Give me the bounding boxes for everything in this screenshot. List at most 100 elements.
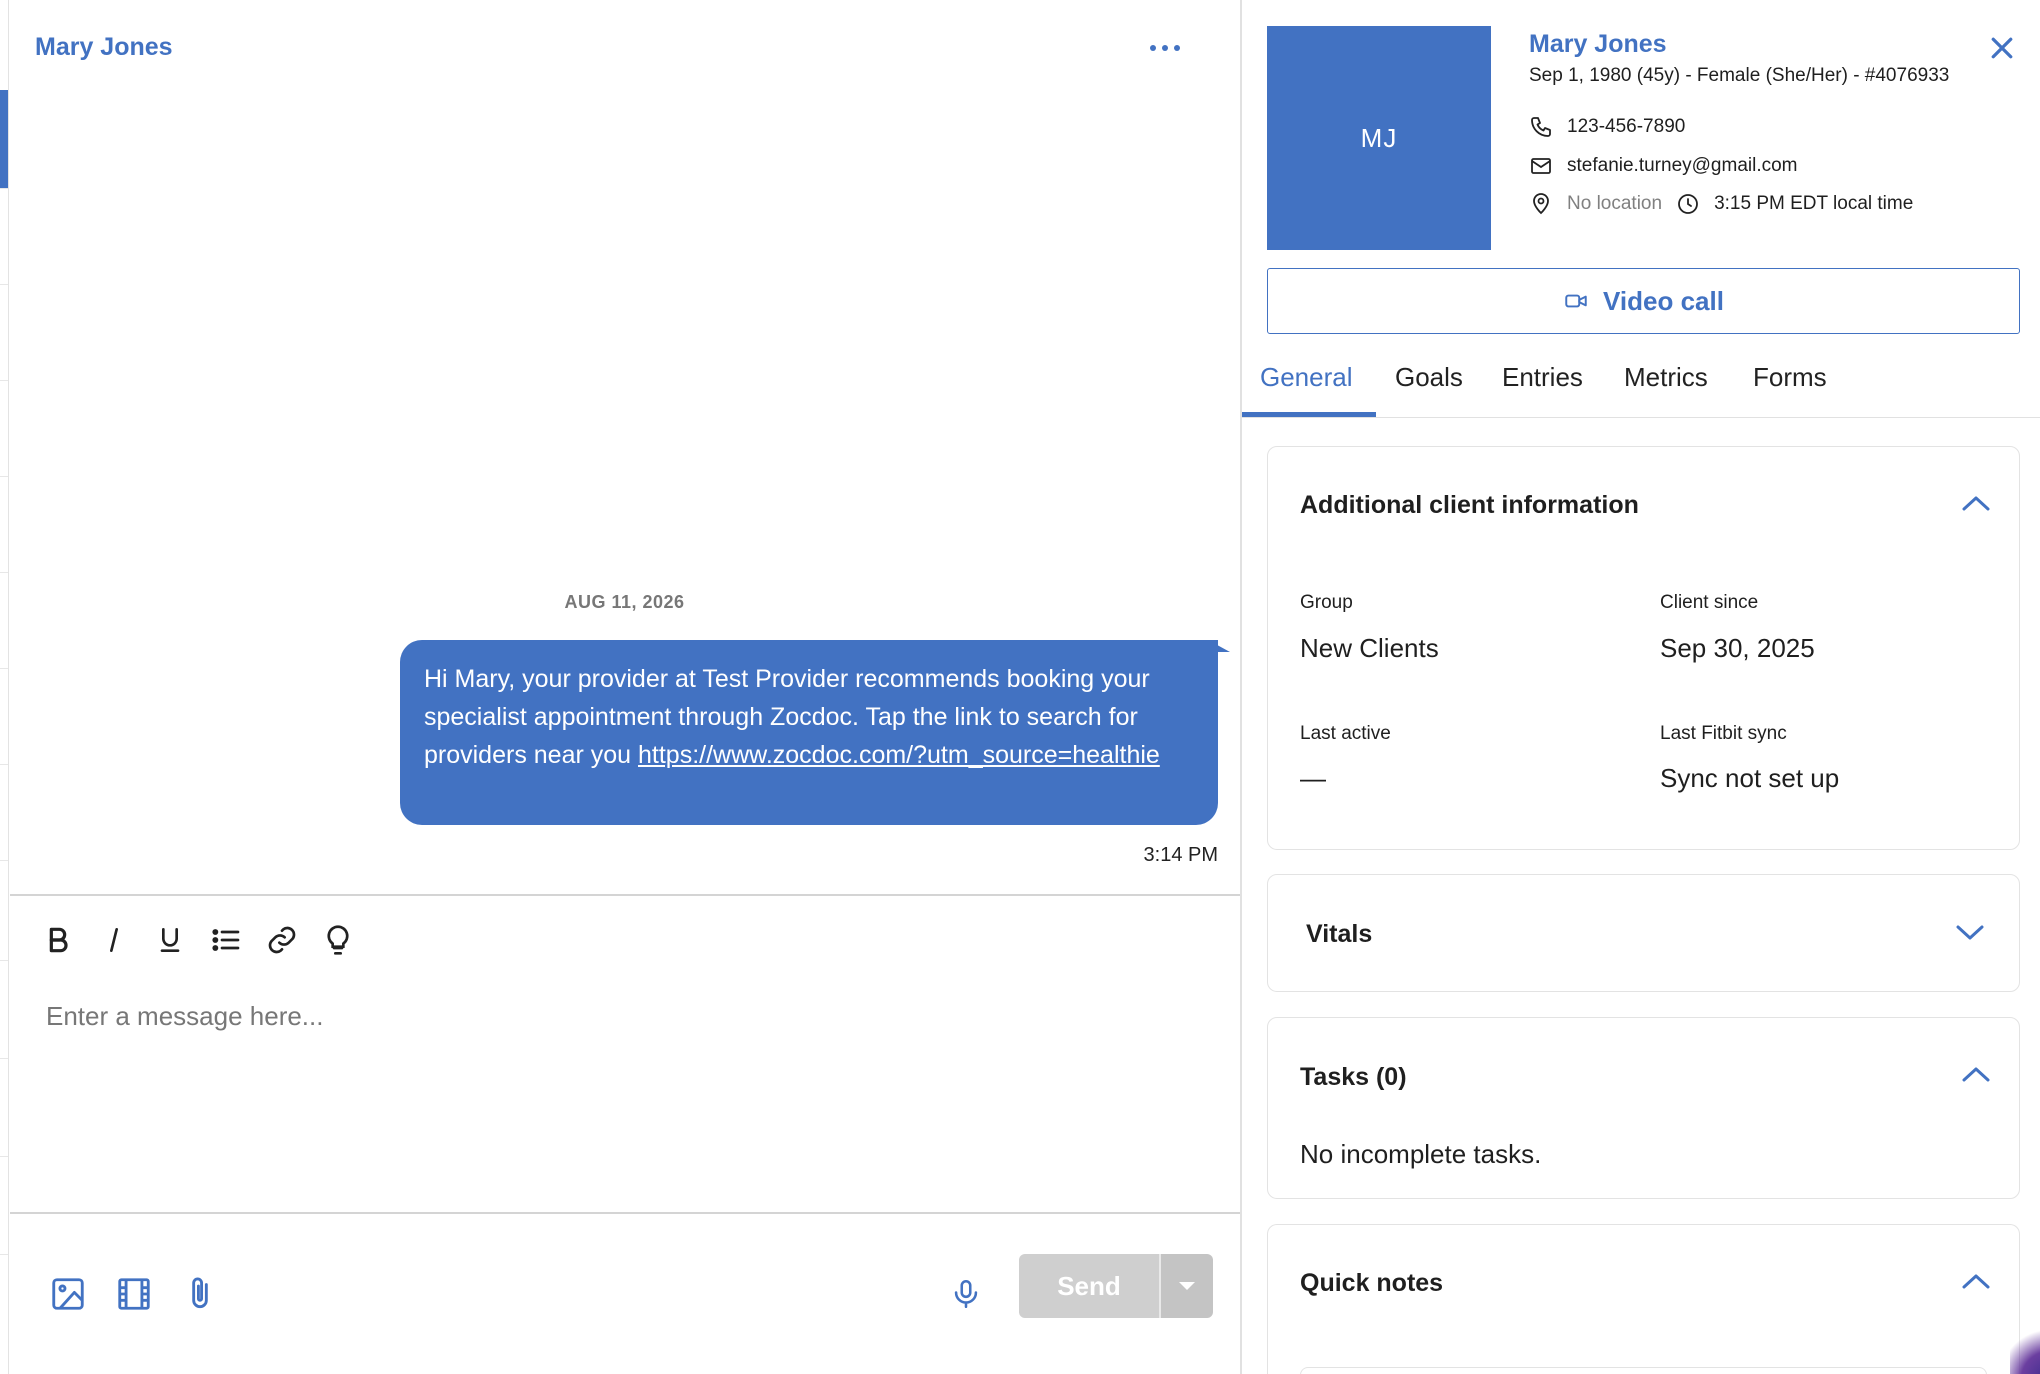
image-icon xyxy=(52,1278,84,1310)
rail-divider xyxy=(0,284,8,285)
link-icon xyxy=(268,926,296,954)
bold-button[interactable] xyxy=(40,920,76,960)
left-nav-rail xyxy=(0,0,9,1374)
send-button[interactable]: Send xyxy=(1019,1254,1159,1318)
date-separator: AUG 11, 2026 xyxy=(564,592,685,612)
rail-divider xyxy=(0,1156,8,1157)
tab-forms[interactable]: Forms xyxy=(1753,356,1827,418)
attach-image-button[interactable] xyxy=(44,1270,92,1318)
chat-recipient-name[interactable]: Mary Jones xyxy=(35,33,173,62)
phone-row: 123-456-7890 xyxy=(1529,113,1685,141)
attach-file-button[interactable] xyxy=(176,1270,224,1318)
close-icon xyxy=(1991,37,2013,59)
tasks-title[interactable]: Tasks (0) xyxy=(1300,1063,1407,1092)
rail-divider xyxy=(0,1254,8,1255)
rail-divider xyxy=(0,380,8,381)
rail-divider xyxy=(0,476,8,477)
collapse-quick-notes-button[interactable] xyxy=(1958,1267,1994,1295)
attach-video-button[interactable] xyxy=(110,1270,158,1318)
client-phone[interactable]: 123-456-7890 xyxy=(1567,116,1685,138)
video-camera-icon xyxy=(1565,294,1587,308)
profile-tabs: General Goals Entries Metrics Forms xyxy=(1242,356,2040,418)
quick-notes-input[interactable] xyxy=(1300,1367,1987,1374)
bold-icon xyxy=(49,927,68,953)
last-active-label: Last active xyxy=(1300,723,1391,744)
voice-message-button[interactable] xyxy=(942,1270,990,1318)
send-button-group: Send xyxy=(1019,1254,1213,1318)
insert-link-button[interactable] xyxy=(264,920,300,960)
client-demographics: Sep 1, 1980 (45y) - Female (She/Her) - #… xyxy=(1529,65,1950,86)
rail-divider xyxy=(0,764,8,765)
client-local-time: 3:15 PM EDT local time xyxy=(1714,193,1914,214)
chevron-up-icon xyxy=(1962,1067,1990,1082)
group-label: Group xyxy=(1300,592,1353,613)
bulleted-list-button[interactable] xyxy=(208,920,244,960)
mail-icon xyxy=(1531,158,1551,174)
italic-icon xyxy=(110,928,118,952)
location-pin-icon xyxy=(1533,193,1549,215)
lightbulb-icon xyxy=(327,925,349,955)
paperclip-icon xyxy=(192,1277,208,1309)
fitbit-sync-label: Last Fitbit sync xyxy=(1660,723,1787,744)
italic-button[interactable] xyxy=(96,920,132,960)
client-since-label: Client since xyxy=(1660,592,1759,613)
send-options-button[interactable] xyxy=(1159,1254,1213,1318)
location-time-row: No location 3:15 PM EDT local time xyxy=(1529,190,1913,218)
close-panel-button[interactable] xyxy=(1982,28,2022,68)
rail-divider xyxy=(0,960,8,961)
formatting-toolbar xyxy=(40,918,356,962)
fitbit-sync-value: Sync not set up xyxy=(1660,763,1840,793)
rail-divider xyxy=(0,188,8,189)
tab-general[interactable]: General xyxy=(1260,356,1353,418)
phone-icon xyxy=(1531,117,1551,137)
rail-divider xyxy=(0,1058,8,1059)
message-timestamp: 3:14 PM xyxy=(1143,844,1218,866)
tab-entries[interactable]: Entries xyxy=(1502,356,1583,418)
rail-active-indicator xyxy=(0,90,8,188)
expand-vitals-button[interactable] xyxy=(1952,919,1988,947)
chevron-up-icon xyxy=(1962,496,1990,511)
vitals-card: Vitals xyxy=(1267,874,2020,992)
chevron-down-icon xyxy=(1956,925,1984,940)
last-active-value: — xyxy=(1300,763,1326,793)
underline-button[interactable] xyxy=(152,920,188,960)
tasks-empty-text: No incomplete tasks. xyxy=(1300,1139,1542,1169)
group-value: New Clients xyxy=(1300,633,1439,663)
video-call-label: Video call xyxy=(1603,285,1724,316)
bulleted-list-icon xyxy=(212,929,240,951)
dot-icon xyxy=(1162,45,1168,51)
tab-goals[interactable]: Goals xyxy=(1395,356,1463,418)
corner-widget[interactable] xyxy=(2010,1320,2040,1374)
rail-divider xyxy=(0,572,8,573)
collapse-additional-button[interactable] xyxy=(1958,489,1994,517)
vitals-title[interactable]: Vitals xyxy=(1306,920,1372,949)
message-bubble: Hi Mary, your provider at Test Provider … xyxy=(400,640,1218,825)
rail-divider xyxy=(0,860,8,861)
film-icon xyxy=(118,1278,150,1310)
client-location: No location xyxy=(1567,193,1663,214)
message-input[interactable] xyxy=(46,996,1196,1036)
microphone-icon xyxy=(954,1279,978,1309)
client-name[interactable]: Mary Jones xyxy=(1529,30,1667,59)
suggestions-button[interactable] xyxy=(320,920,356,960)
message-composer xyxy=(10,894,1240,1214)
email-row: stefanie.turney@gmail.com xyxy=(1529,152,1798,180)
composer-actions-bar: Send xyxy=(10,1214,1240,1374)
message-link[interactable]: https://www.zocdoc.com/?utm_source=healt… xyxy=(638,741,1160,769)
tasks-card: Tasks (0) No incomplete tasks. xyxy=(1267,1017,2020,1199)
tab-metrics[interactable]: Metrics xyxy=(1624,356,1708,418)
active-tab-indicator xyxy=(1242,412,1376,417)
quick-notes-title[interactable]: Quick notes xyxy=(1300,1269,1443,1298)
chevron-up-icon xyxy=(1962,1274,1990,1289)
caret-down-icon xyxy=(1179,1282,1195,1290)
collapse-tasks-button[interactable] xyxy=(1958,1060,1994,1088)
additional-info-card: Additional client information Group New … xyxy=(1267,446,2020,850)
dot-icon xyxy=(1174,45,1180,51)
avatar: MJ xyxy=(1267,26,1491,250)
more-options-button[interactable] xyxy=(1140,28,1190,68)
client-email[interactable]: stefanie.turney@gmail.com xyxy=(1567,155,1798,177)
rail-divider xyxy=(0,668,8,669)
dot-icon xyxy=(1150,45,1156,51)
video-call-button[interactable]: Video call xyxy=(1267,268,2020,334)
additional-info-title[interactable]: Additional client information xyxy=(1300,491,1639,520)
